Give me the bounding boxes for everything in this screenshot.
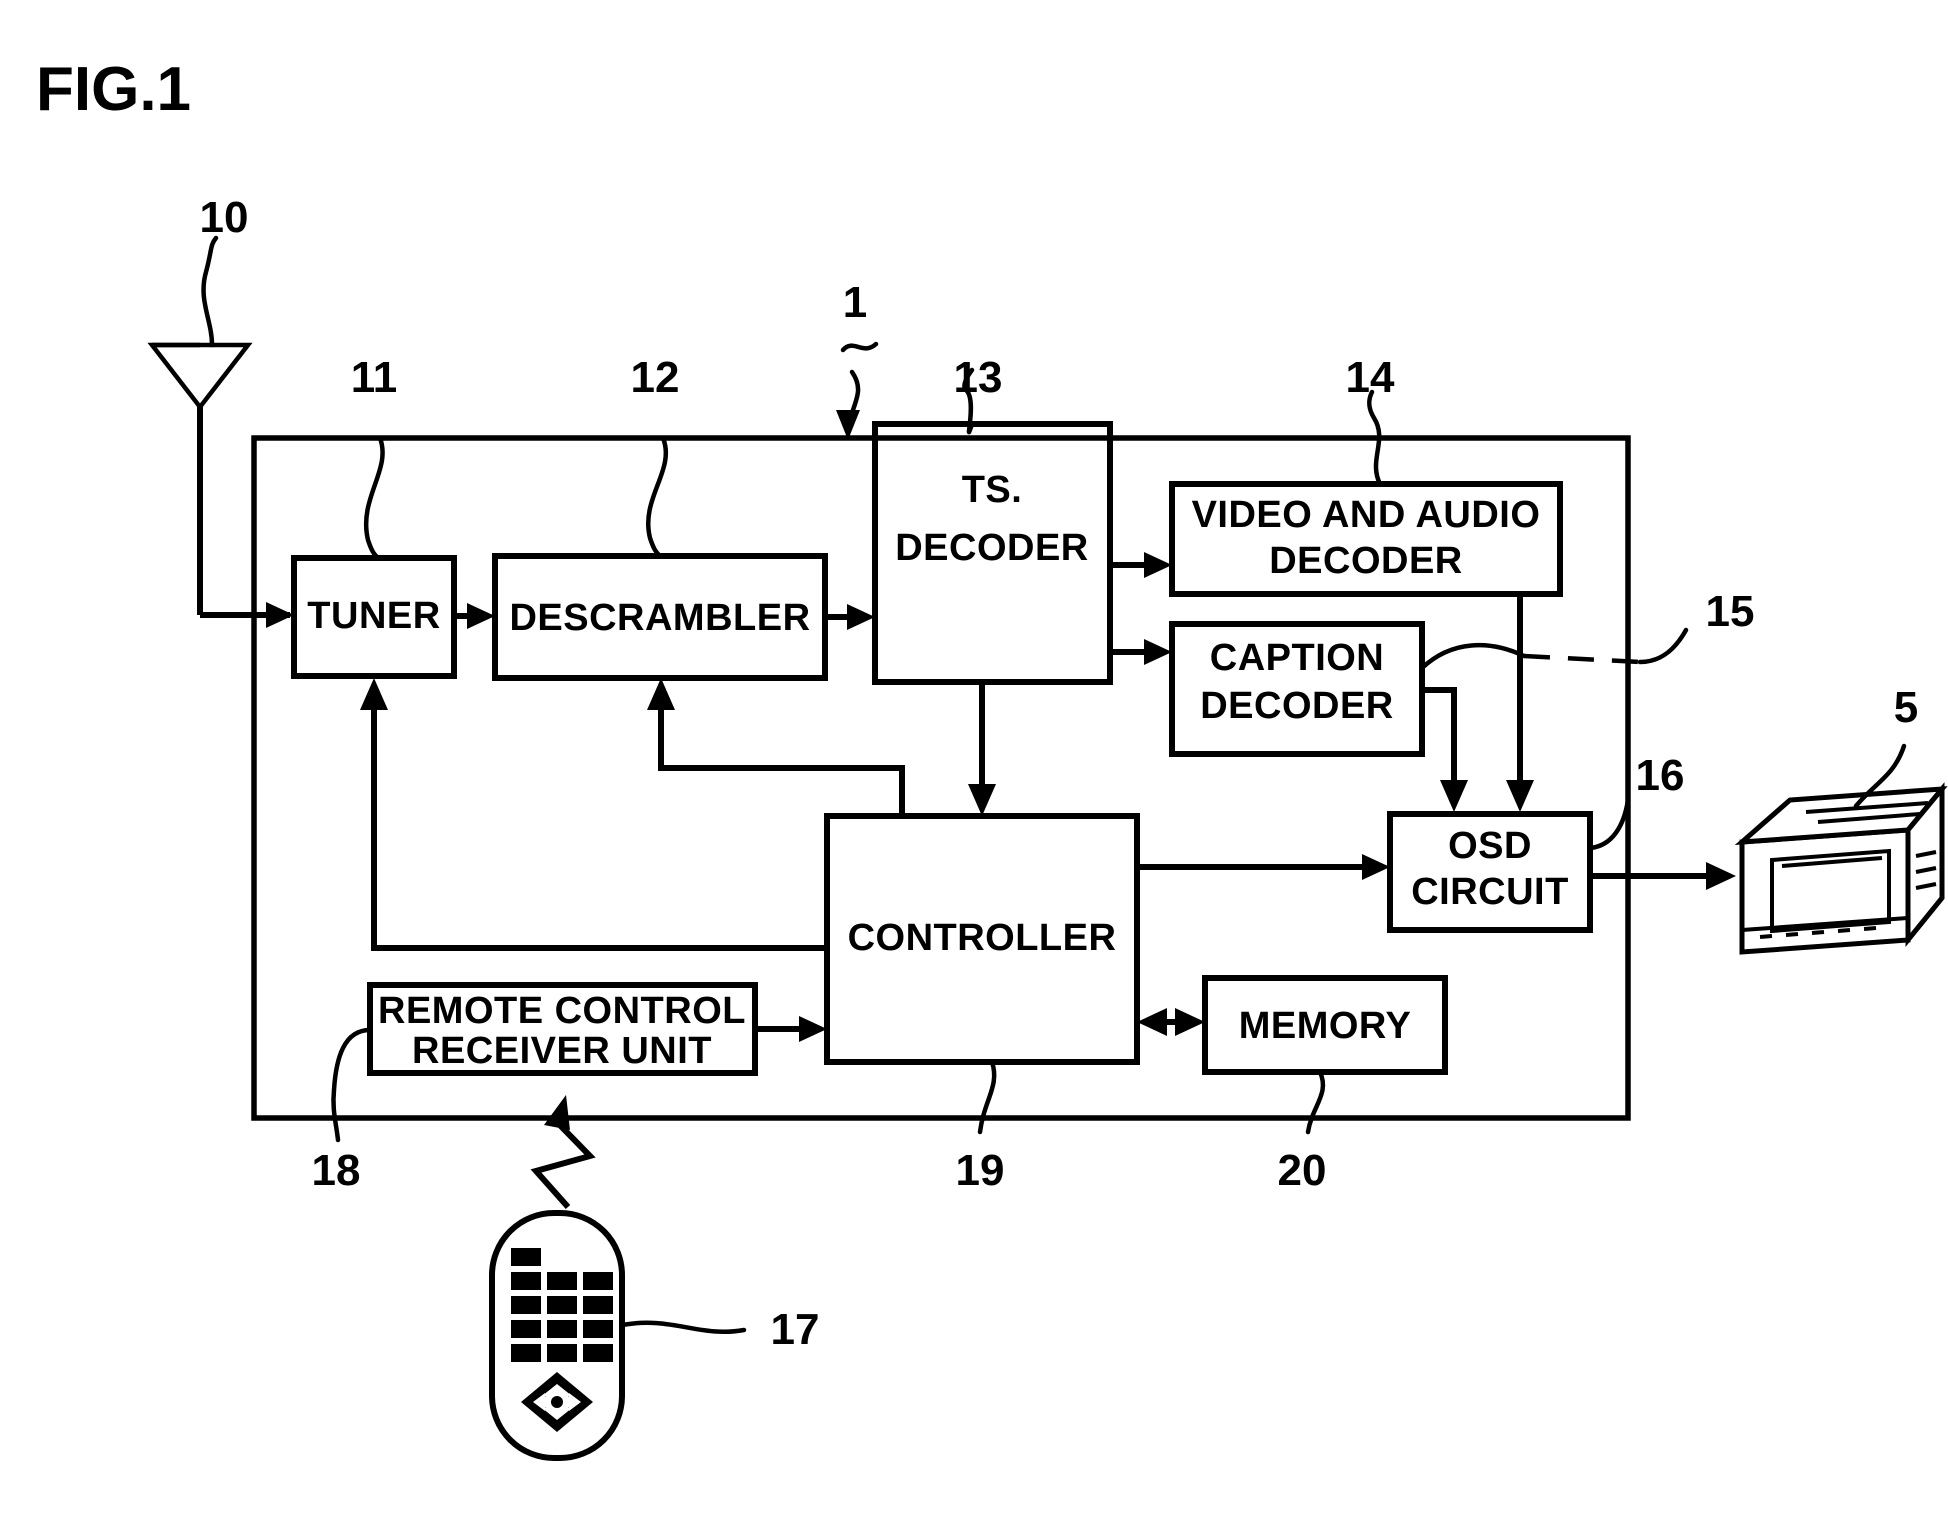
ref-leader-remote-receiver	[331, 1027, 373, 1143]
ref-numeral-antenna: 10	[200, 193, 249, 242]
ref-numeral-remote-receiver: 18	[312, 1146, 361, 1195]
television-monitor	[1734, 743, 1948, 955]
ref-leader-memory	[1305, 1069, 1326, 1135]
block-controller-label: CONTROLLER	[848, 917, 1117, 959]
wire-osd-to-monitor	[1590, 862, 1736, 890]
ref-numeral-descrambler: 12	[631, 353, 680, 402]
wire-av-decoder-to-osd	[1506, 594, 1534, 812]
ref-leader-remote-controller	[619, 1320, 747, 1335]
wire-controller-to-osd	[1137, 854, 1390, 880]
wire-caption-decoder-to-osd	[1422, 687, 1468, 812]
block-osd-circuit-label-line1: OSD	[1448, 825, 1532, 867]
block-ts-decoder-label-line2: DECODER	[895, 527, 1089, 569]
ref-numeral-monitor: 5	[1894, 683, 1918, 732]
ref-leader-caption-decoder	[1419, 627, 1689, 671]
wire-ts-to-caption-decoder	[1110, 639, 1172, 665]
block-descrambler-label: DESCRAMBLER	[509, 597, 810, 639]
receiver-enclosure-leader	[836, 341, 879, 440]
ir-signal-bolt	[530, 1095, 596, 1209]
wire-controller-to-tuner	[360, 678, 827, 951]
block-memory-label: MEMORY	[1239, 1005, 1412, 1047]
wire-ts-to-av-decoder	[1110, 552, 1172, 578]
figure-title: FIG.1	[36, 55, 191, 124]
ref-leader-controller	[977, 1059, 997, 1135]
ref-leader-descrambler	[646, 435, 669, 559]
remote-controller[interactable]	[489, 1210, 625, 1461]
block-diagram-canvas: FIG.1 10 1 TUNER 11 DESCRAMBLER 12 TS. D…	[36, 55, 1948, 1461]
wire-antenna-to-tuner	[200, 602, 294, 628]
block-remote-receiver-label-line1: REMOTE CONTROL	[378, 990, 746, 1032]
wire-tuner-to-descrambler	[454, 603, 495, 629]
block-remote-receiver-label-line2: RECEIVER UNIT	[412, 1030, 712, 1072]
wire-remote-receiver-to-controller	[755, 1016, 827, 1042]
ref-numeral-remote-controller: 17	[771, 1305, 820, 1354]
ref-numeral-receiver: 1	[843, 278, 867, 327]
ref-numeral-osd-circuit: 16	[1636, 751, 1685, 800]
wire-controller-to-descrambler	[647, 678, 905, 816]
wire-ts-decoder-to-controller	[968, 682, 996, 816]
block-av-decoder-label-line2: DECODER	[1269, 540, 1463, 582]
ref-numeral-caption-decoder: 15	[1706, 587, 1755, 636]
wire-controller-memory-bidirectional	[1137, 1008, 1205, 1036]
block-caption-decoder-label-line2: DECODER	[1200, 685, 1394, 727]
block-osd-circuit-label-line2: CIRCUIT	[1411, 871, 1569, 913]
ref-leader-tuner	[364, 435, 385, 561]
ref-numeral-memory: 20	[1278, 1146, 1327, 1195]
wire-descrambler-to-ts-decoder	[825, 604, 875, 630]
block-av-decoder-label-line1: VIDEO AND AUDIO	[1192, 494, 1541, 536]
antenna	[147, 235, 290, 618]
block-caption-decoder-label-line1: CAPTION	[1210, 637, 1385, 679]
ref-numeral-ts-decoder: 13	[954, 353, 1003, 402]
ref-leader-osd-circuit	[1587, 797, 1631, 851]
ref-numeral-controller: 19	[956, 1146, 1005, 1195]
patent-figure: FIG.1 10 1 TUNER 11 DESCRAMBLER 12 TS. D…	[0, 0, 1948, 1515]
ref-numeral-av-decoder: 14	[1346, 353, 1395, 402]
block-tuner-label: TUNER	[307, 595, 440, 637]
block-ts-decoder-label-line1: TS.	[962, 469, 1023, 511]
ref-numeral-tuner: 11	[351, 353, 398, 402]
